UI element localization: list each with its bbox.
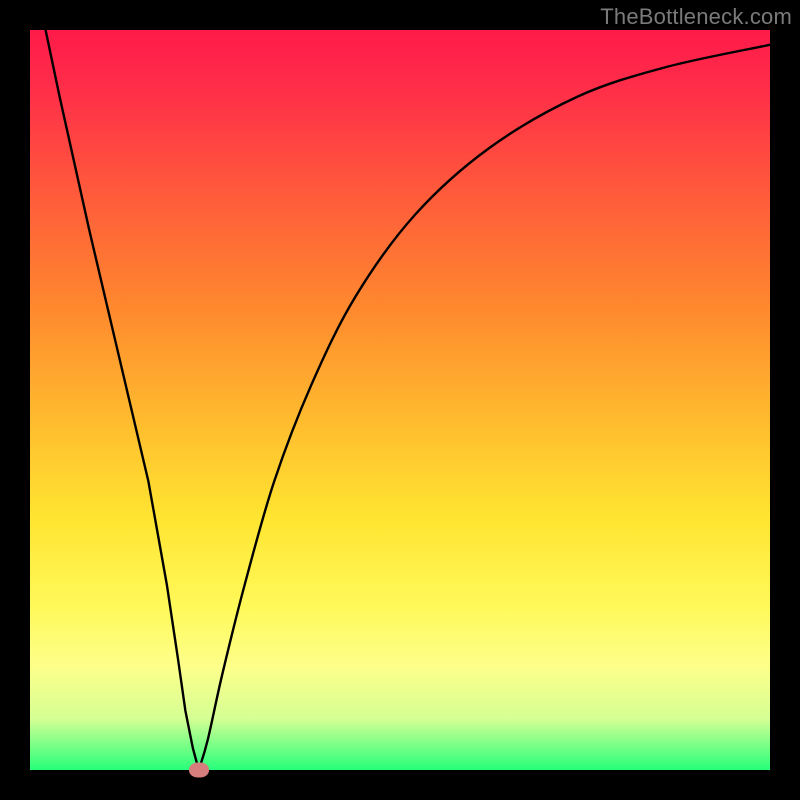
optimal-point-marker xyxy=(189,763,209,778)
watermark-text: TheBottleneck.com xyxy=(600,4,792,30)
bottleneck-curve xyxy=(30,30,770,770)
chart-frame: TheBottleneck.com xyxy=(0,0,800,800)
